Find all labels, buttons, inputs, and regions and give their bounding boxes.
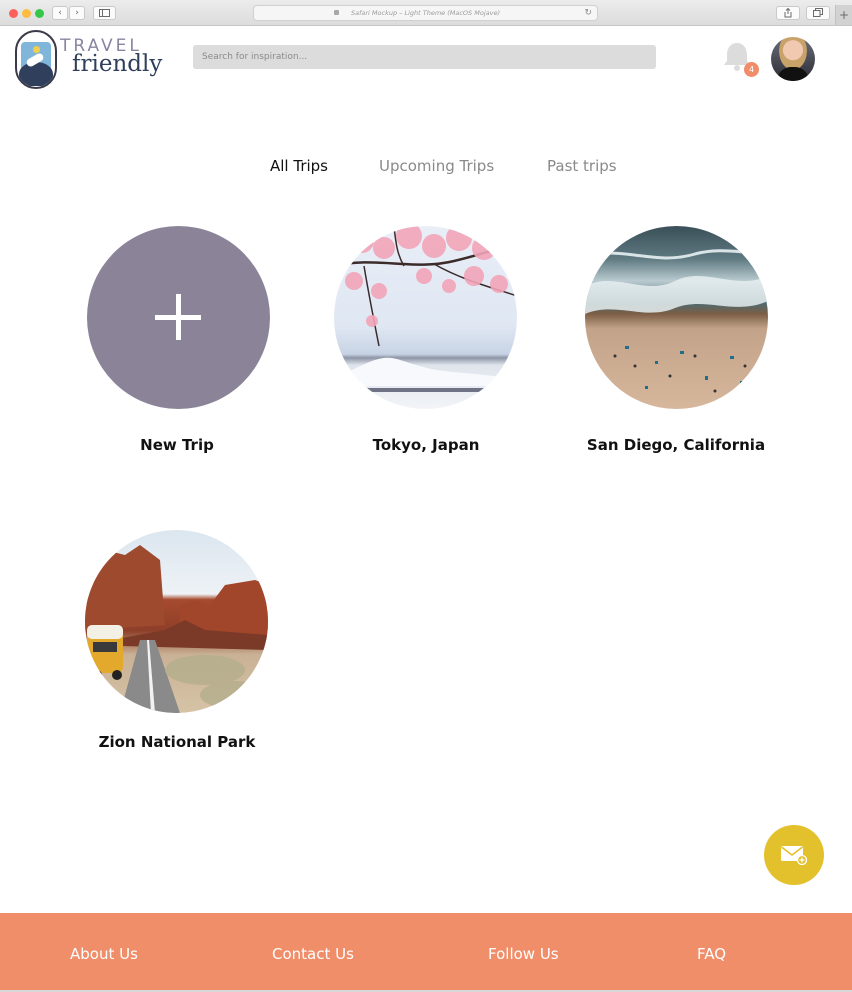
close-window-button[interactable]: [9, 9, 18, 18]
footer-link-about-us[interactable]: About Us: [70, 945, 138, 963]
tabs-icon: [813, 8, 823, 17]
new-tab-button[interactable]: +: [835, 5, 852, 25]
browser-toolbar: ‹ › Safari Mockup – Light Theme (MacOS M…: [0, 0, 852, 26]
notification-count-badge: 4: [744, 62, 759, 77]
footer-link-faq[interactable]: FAQ: [697, 945, 726, 963]
notifications-button[interactable]: 4: [722, 40, 760, 78]
reload-icon[interactable]: ↻: [584, 6, 592, 20]
trip-label-new-trip[interactable]: New Trip: [57, 436, 297, 454]
trip-label-zion[interactable]: Zion National Park: [57, 733, 297, 751]
address-text: Safari Mockup – Light Theme (MacOS Mojav…: [350, 9, 500, 17]
address-bar[interactable]: Safari Mockup – Light Theme (MacOS Mojav…: [253, 5, 598, 21]
trip-card-zion[interactable]: [85, 530, 268, 713]
zoom-window-button[interactable]: [35, 9, 44, 18]
tabs-overview-button[interactable]: [806, 6, 830, 20]
trip-card-tokyo[interactable]: [334, 226, 517, 409]
trip-label-san-diego[interactable]: San Diego, California: [556, 436, 796, 454]
trip-card-san-diego[interactable]: [585, 226, 768, 409]
avatar[interactable]: [771, 37, 815, 81]
message-fab-button[interactable]: [764, 825, 824, 885]
footer-link-contact-us[interactable]: Contact Us: [272, 945, 354, 963]
cherry-blossom-photo: [334, 226, 517, 392]
share-button[interactable]: [776, 6, 800, 20]
desert-road-van-photo: [85, 545, 268, 713]
aerial-beach-photo: [585, 249, 768, 393]
footer-link-follow-us[interactable]: Follow Us: [488, 945, 559, 963]
new-trip-button[interactable]: [87, 226, 270, 409]
footer: About Us Contact Us Follow Us FAQ: [0, 913, 852, 990]
lock-icon: [334, 10, 339, 15]
sidebar-icon: [99, 9, 110, 17]
tab-past-trips[interactable]: Past trips: [547, 157, 617, 175]
trip-label-tokyo[interactable]: Tokyo, Japan: [306, 436, 546, 454]
sidebar-toggle-button[interactable]: [93, 6, 116, 20]
share-icon: [784, 7, 792, 18]
mail-add-icon: [781, 846, 807, 865]
tab-upcoming-trips[interactable]: Upcoming Trips: [379, 157, 494, 175]
logo-badge-icon: [15, 30, 57, 89]
logo-text-bottom: friendly: [72, 51, 163, 77]
minimize-window-button[interactable]: [22, 9, 31, 18]
tab-all-trips[interactable]: All Trips: [270, 157, 328, 175]
search-input[interactable]: [193, 45, 656, 69]
back-button[interactable]: ‹: [52, 6, 68, 20]
forward-button[interactable]: ›: [69, 6, 85, 20]
logo[interactable]: TRAVEL friendly: [15, 30, 162, 92]
